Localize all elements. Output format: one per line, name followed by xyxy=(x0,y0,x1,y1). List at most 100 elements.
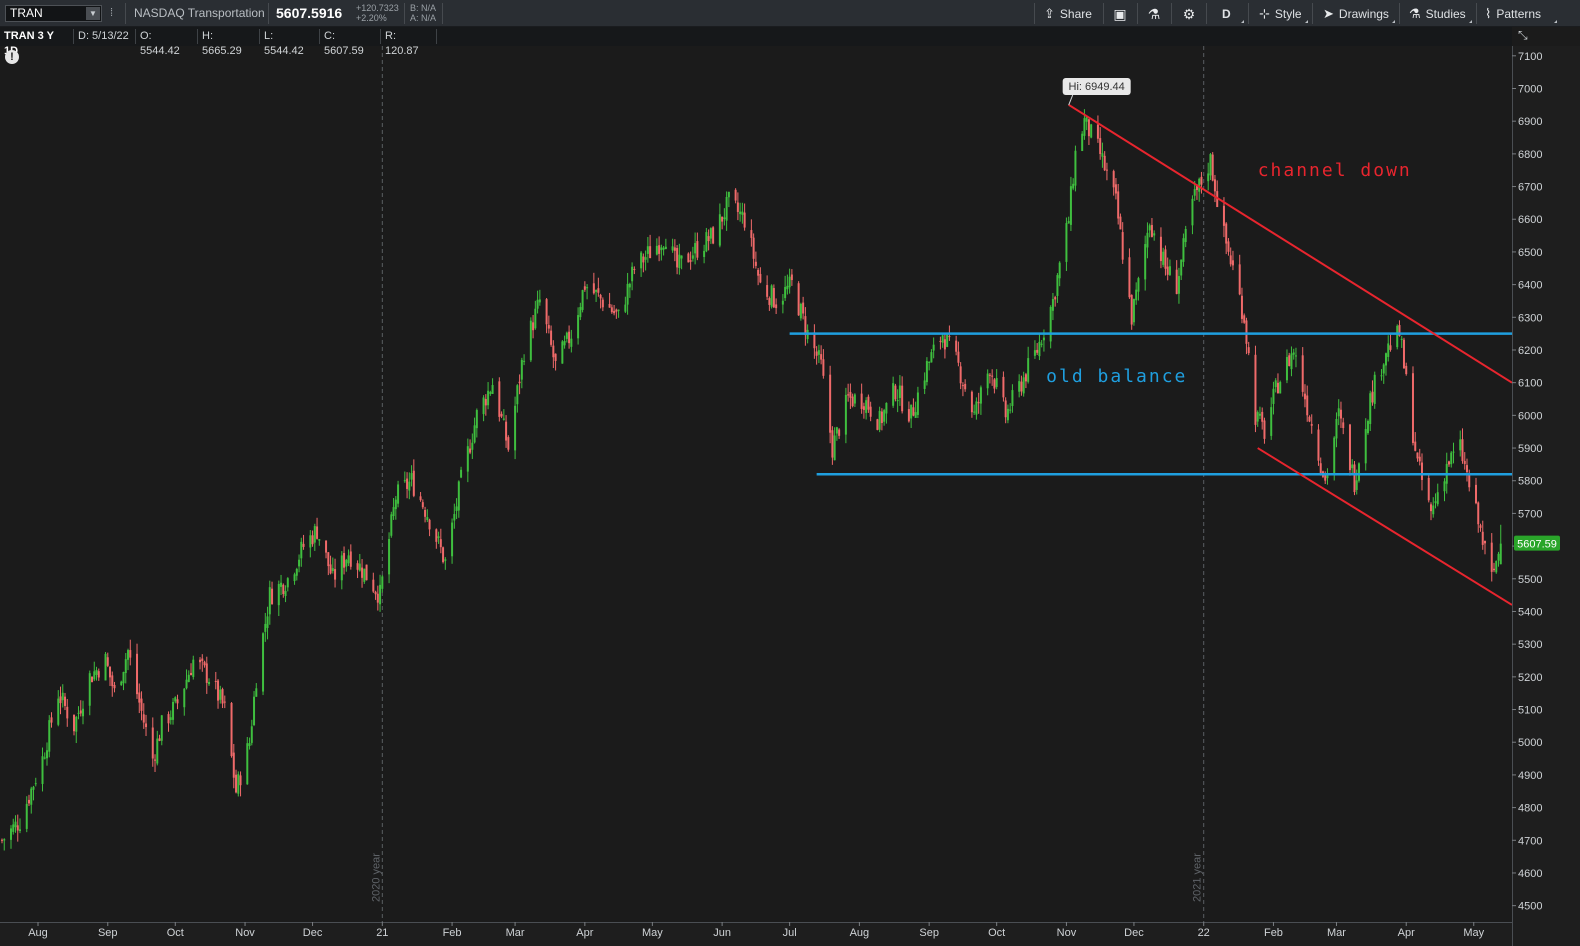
candle-body xyxy=(250,726,253,743)
candle-body xyxy=(813,332,816,349)
patterns-button[interactable]: ⌇ Patterns xyxy=(1485,4,1541,24)
symbol-input[interactable]: TRAN ▼ xyxy=(5,5,102,22)
chart-info-bar: TRAN 3 Y 1D D: 5/13/22 O: 5544.42 H: 566… xyxy=(0,27,1512,57)
year-marker-label: 2020 year xyxy=(370,853,382,902)
candle-body xyxy=(73,714,76,732)
candle-body xyxy=(563,340,566,346)
candle-body xyxy=(1006,408,1009,421)
candle-body xyxy=(624,304,627,312)
candle-body xyxy=(640,252,643,269)
candle-body xyxy=(885,402,888,414)
channel-upper-line xyxy=(1068,103,1513,384)
candle-body xyxy=(97,671,100,678)
candle-body xyxy=(727,191,730,198)
link-icon[interactable]: ⁞ xyxy=(110,5,118,21)
bar-low: L: 5544.42 xyxy=(260,29,320,57)
style-button[interactable]: ⊹ Style xyxy=(1259,4,1302,24)
studies-button[interactable]: ⚗ Studies xyxy=(1409,4,1466,24)
drawings-dropdown-icon xyxy=(1392,20,1395,23)
candle-body xyxy=(460,469,463,478)
chart-title[interactable]: TRAN 3 Y 1D xyxy=(0,29,74,57)
candle-body xyxy=(896,400,899,402)
candle-body xyxy=(1033,350,1036,356)
candle-body xyxy=(1074,150,1077,186)
candle-body xyxy=(136,653,139,695)
candle-body xyxy=(394,499,397,510)
candle-body xyxy=(412,470,415,496)
candle-body xyxy=(3,839,6,841)
candle-body xyxy=(1285,357,1288,381)
separator xyxy=(442,3,443,24)
candle-body xyxy=(1175,269,1178,294)
candle-body xyxy=(286,578,289,588)
separator xyxy=(1171,3,1172,24)
candle-body xyxy=(311,535,314,545)
collapse-icon[interactable]: ⤡ xyxy=(1518,28,1528,43)
candle-body xyxy=(424,509,427,517)
candle-body xyxy=(183,688,186,708)
gear-icon[interactable]: ⚙ xyxy=(1179,4,1199,24)
candle-body xyxy=(176,699,179,704)
candle-body xyxy=(617,309,620,311)
candle-body xyxy=(1247,347,1250,354)
candle-body xyxy=(862,406,865,410)
candle-body xyxy=(127,650,130,660)
candle-body xyxy=(734,189,737,201)
candle-body xyxy=(158,738,161,741)
period-button[interactable]: D xyxy=(1222,4,1231,24)
candle-body xyxy=(325,540,328,553)
candle-body xyxy=(1326,473,1329,479)
candle-body xyxy=(343,553,346,568)
candle-body xyxy=(1303,393,1306,400)
candle-body xyxy=(1216,191,1219,208)
price-tick-label: 5600 xyxy=(1518,541,1542,553)
candle-body xyxy=(1229,255,1232,265)
symbol-dropdown-icon[interactable]: ▼ xyxy=(86,7,100,20)
candle-body xyxy=(973,411,976,413)
drawings-button[interactable]: ➤ Drawings xyxy=(1323,4,1389,24)
candle-body xyxy=(34,783,37,785)
candle-body xyxy=(95,669,98,675)
share-button[interactable]: ⇪ Share xyxy=(1044,4,1092,24)
time-tick-label: Dec xyxy=(303,927,323,939)
separator xyxy=(1206,3,1207,24)
candle-body xyxy=(403,480,406,482)
candle-body xyxy=(568,331,571,344)
alert-icon[interactable]: ! xyxy=(5,50,19,64)
price-tick-label: 5700 xyxy=(1518,508,1542,520)
candle-body xyxy=(941,335,944,343)
bar-high: H: 5665.29 xyxy=(198,29,260,57)
snapshot-icon[interactable]: ▣ xyxy=(1110,4,1130,24)
candle-body xyxy=(271,588,274,605)
candle-body xyxy=(356,563,359,570)
candle-body xyxy=(203,661,206,666)
candle-body xyxy=(25,803,28,829)
candle-body xyxy=(473,425,476,443)
high-marker-pointer xyxy=(1068,94,1074,106)
candle-body xyxy=(93,671,96,680)
bar-open: O: 5544.42 xyxy=(136,29,198,57)
candle-body xyxy=(979,387,982,404)
candle-body xyxy=(869,406,872,417)
candle-body xyxy=(1445,463,1448,484)
candle-body xyxy=(820,354,823,360)
channel-lower-line xyxy=(1257,447,1513,606)
flask-icon[interactable]: ⚗ xyxy=(1144,4,1164,24)
candle-body xyxy=(466,446,469,472)
candle-body xyxy=(518,381,521,384)
candle-body xyxy=(365,564,368,581)
time-tick-label: Nov xyxy=(235,927,255,939)
candle-body xyxy=(1051,298,1054,311)
overlays: channel down old balance Hi: 6949.44 xyxy=(789,78,1513,606)
candle-body xyxy=(1114,184,1117,194)
candle-body xyxy=(282,584,285,595)
candle-body xyxy=(1225,223,1228,244)
price-chart[interactable]: 2020 year 2021 year channel down old balan… xyxy=(0,0,1580,946)
candle-body xyxy=(948,336,951,338)
time-tick-label: May xyxy=(642,927,663,939)
candle-body xyxy=(507,437,510,450)
candle-body xyxy=(930,352,933,363)
candle-body xyxy=(1245,320,1248,344)
candle-body xyxy=(223,701,226,703)
time-tick-label: Aug xyxy=(28,927,48,939)
